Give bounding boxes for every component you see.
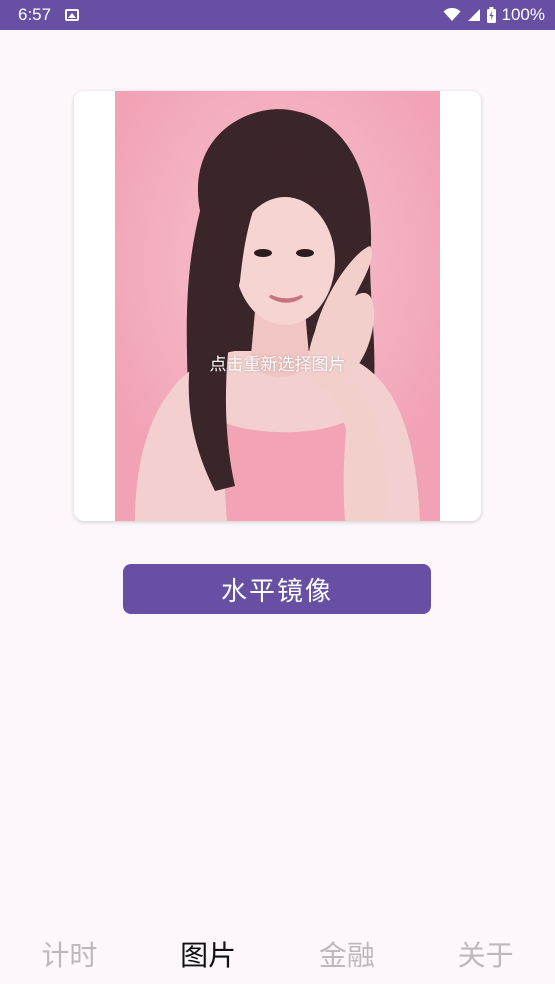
image-card[interactable]: 点击重新选择图片 [74, 91, 481, 521]
battery-percent: 100% [501, 5, 545, 24]
status-left: 6:57 [18, 5, 80, 25]
status-bar: 6:57 100% [0, 0, 555, 30]
bottom-navigation: 计时 图片 金融 关于 [0, 924, 555, 984]
nav-item-image[interactable]: 图片 [148, 934, 268, 974]
portrait-illustration [115, 91, 440, 521]
signal-icon [467, 9, 480, 21]
image-notification-icon [65, 9, 80, 21]
selected-photo[interactable] [115, 91, 440, 521]
battery-icon [486, 7, 496, 23]
reselect-image-hint[interactable]: 点击重新选择图片 [74, 350, 481, 375]
nav-item-finance[interactable]: 金融 [287, 934, 407, 974]
horizontal-mirror-button[interactable]: 水平镜像 [123, 564, 431, 614]
status-time: 6:57 [18, 5, 52, 24]
nav-item-about[interactable]: 关于 [426, 934, 546, 974]
status-right: 100% [443, 5, 545, 25]
wifi-icon [443, 8, 461, 21]
nav-item-timer[interactable]: 计时 [9, 934, 129, 974]
